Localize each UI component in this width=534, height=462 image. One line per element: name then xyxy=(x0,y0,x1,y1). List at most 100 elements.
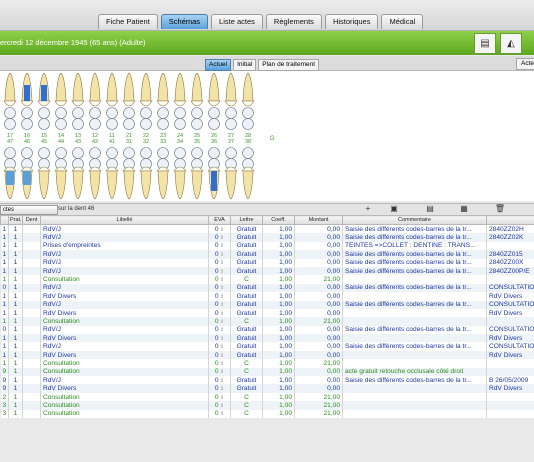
header-col-6[interactable]: Coeff. xyxy=(262,215,295,225)
acte-button[interactable]: Acte xyxy=(516,58,534,70)
table-row[interactable]: 0 1 RdV/J 0 ⇕ Gratuit 1,00 0,00 Saisie des diff… xyxy=(0,283,534,293)
upper-occlusal2-10[interactable] xyxy=(174,118,186,130)
upper-occlusal-4[interactable] xyxy=(72,107,84,119)
tooth-number-lower-12[interactable]: 36 xyxy=(211,139,217,145)
upper-occlusal2-12[interactable] xyxy=(208,118,220,130)
upper-tooth-root-5[interactable] xyxy=(89,72,101,102)
save-icon[interactable]: ▤ xyxy=(424,204,436,214)
eva-stepper-icon[interactable]: ⇕ xyxy=(219,227,224,233)
lower-tooth-root-4[interactable] xyxy=(72,170,84,200)
tooth-number-lower-2[interactable]: 45 xyxy=(41,139,47,145)
lower-occlusal-0[interactable] xyxy=(4,147,16,159)
upper-occlusal-11[interactable] xyxy=(191,107,203,119)
upper-occlusal-6[interactable] xyxy=(106,107,118,119)
upper-occlusal-1[interactable] xyxy=(21,107,33,119)
eva-stepper-icon[interactable]: ⇕ xyxy=(219,378,224,384)
lower-occlusal-5[interactable] xyxy=(89,147,101,159)
tab-2[interactable]: Liste actes xyxy=(211,14,263,29)
lower-occlusal-1[interactable] xyxy=(21,147,33,159)
eva-stepper-icon[interactable]: ⇕ xyxy=(219,361,224,367)
upper-tooth-root-0[interactable] xyxy=(4,72,16,102)
lower-tooth-root-9[interactable] xyxy=(157,170,169,200)
eva-stepper-icon[interactable]: ⇕ xyxy=(219,243,224,249)
eva-stepper-icon[interactable]: ⇕ xyxy=(219,311,224,317)
eva-stepper-icon[interactable]: ⇕ xyxy=(219,260,224,266)
lower-tooth-root-3[interactable] xyxy=(55,170,67,200)
tab-1[interactable]: Schémas xyxy=(160,14,209,29)
upper-tooth-root-14[interactable] xyxy=(242,72,254,102)
tab-4[interactable]: Historiques xyxy=(324,14,379,29)
tooth-number-lower-13[interactable]: 37 xyxy=(228,139,234,145)
table-row[interactable]: 1 1 RdV/J 0 ⇕ Gratuit 1,00 0,00 Saisie des diff… xyxy=(0,266,534,276)
table-row[interactable]: 1 1 RdV/J 0 ⇕ Gratuit 1,00 0,00 Saisie des diff… xyxy=(0,250,534,259)
table-row[interactable]: 1 1 Consultation 0 ⇕ C 1,00 21,00 xyxy=(0,275,534,284)
upper-occlusal2-0[interactable] xyxy=(4,118,16,130)
eva-stepper-icon[interactable]: ⇕ xyxy=(219,294,224,300)
eva-stepper-icon[interactable]: ⇕ xyxy=(219,302,224,308)
upper-tooth-root-4[interactable] xyxy=(72,72,84,102)
subtab-2[interactable]: Plan de traitement xyxy=(258,59,320,71)
table-row[interactable]: 1 1 RdV/J 0 ⇕ Gratuit 1,00 0,00 Saisie des diff… xyxy=(0,233,534,242)
lower-occlusal-11[interactable] xyxy=(191,147,203,159)
tooth-number-lower-7[interactable]: 31 xyxy=(126,139,132,145)
lower-occlusal-10[interactable] xyxy=(174,147,186,159)
add-icon[interactable]: + xyxy=(362,204,374,214)
tooth-number-lower-6[interactable]: 41 xyxy=(109,139,115,145)
eva-stepper-icon[interactable]: ⇕ xyxy=(219,319,224,325)
lower-occlusal-3[interactable] xyxy=(55,147,67,159)
upper-tooth-root-7[interactable] xyxy=(123,72,135,102)
upper-tooth-root-9[interactable] xyxy=(157,72,169,102)
lower-tooth-root-13[interactable] xyxy=(225,170,237,200)
upper-tooth-root-8[interactable] xyxy=(140,72,152,102)
lower-occlusal-6[interactable] xyxy=(106,147,118,159)
upper-occlusal2-5[interactable] xyxy=(89,118,101,130)
eva-stepper-icon[interactable]: ⇕ xyxy=(219,369,224,375)
upper-occlusal2-3[interactable] xyxy=(55,118,67,130)
lower-occlusal-9[interactable] xyxy=(157,147,169,159)
subtab-1[interactable]: Initial xyxy=(233,59,257,71)
table-row[interactable]: 1 1 RdV Divers 0 ⇕ Gratuit 1,00 0,00 RdV Divers xyxy=(0,308,534,318)
lower-occlusal-12[interactable] xyxy=(208,147,220,159)
tab-5[interactable]: Médical xyxy=(381,14,424,29)
eva-stepper-icon[interactable]: ⇕ xyxy=(219,285,224,291)
table-row[interactable]: 1 1 RdV/J 0 ⇕ Gratuit 1,00 0,00 Saisie des diff… xyxy=(0,300,534,309)
lower-occlusal-7[interactable] xyxy=(123,147,135,159)
table-row[interactable]: 9 1 Consultation 0 ⇕ C 1,00 0,00 acte gratuit r… xyxy=(0,367,534,377)
table-row[interactable]: 1 1 RdV Divers 0 ⇕ Gratuit 1,00 0,00 RdV Divers xyxy=(0,350,534,360)
lower-occlusal-4[interactable] xyxy=(72,147,84,159)
upper-occlusal2-11[interactable] xyxy=(191,118,203,130)
table-row[interactable]: 1 1 Prises d'empreintes 0 ⇕ Gratuit 1,00 0,00 T… xyxy=(0,241,534,251)
upper-occlusal2-4[interactable] xyxy=(72,118,84,130)
print-icon[interactable]: ▦ xyxy=(458,204,470,214)
table-row[interactable]: 9 1 RdV/J 0 ⇕ Gratuit 1,00 0,00 Saisie des diff… xyxy=(0,376,534,385)
eva-stepper-icon[interactable]: ⇕ xyxy=(219,277,224,283)
upper-occlusal2-9[interactable] xyxy=(157,118,169,130)
upper-occlusal-8[interactable] xyxy=(140,107,152,119)
barcode-icon[interactable]: ▤ xyxy=(474,33,496,54)
upper-occlusal2-7[interactable] xyxy=(123,118,135,130)
upper-occlusal-10[interactable] xyxy=(174,107,186,119)
lower-crown-1[interactable] xyxy=(23,171,31,185)
upper-occlusal-7[interactable] xyxy=(123,107,135,119)
eva-stepper-icon[interactable]: ⇕ xyxy=(219,235,224,241)
table-row[interactable]: 1 1 Consultation 0 ⇕ C 1,00 21,00 xyxy=(0,317,534,326)
lower-tooth-root-8[interactable] xyxy=(140,170,152,200)
table-row[interactable]: 1 1 RdV Divers 0 ⇕ Gratuit 1,00 0,00 RdV Divers xyxy=(0,292,534,301)
lower-implant-12[interactable] xyxy=(211,171,217,191)
eva-stepper-icon[interactable]: ⇕ xyxy=(219,395,224,401)
upper-occlusal-13[interactable] xyxy=(225,107,237,119)
tooth-number-lower-9[interactable]: 33 xyxy=(160,139,166,145)
eva-stepper-icon[interactable]: ⇕ xyxy=(219,344,224,350)
upper-occlusal-14[interactable] xyxy=(242,107,254,119)
upper-tooth-root-10[interactable] xyxy=(174,72,186,102)
header-col-1[interactable]: Prat. xyxy=(8,215,23,225)
trash-icon[interactable]: 🗑 xyxy=(494,204,506,214)
lower-occlusal-14[interactable] xyxy=(242,147,254,159)
table-row[interactable]: 1 1 RdV/J 0 ⇕ Gratuit 1,00 0,00 Saisie des diff… xyxy=(0,342,534,351)
eva-stepper-icon[interactable]: ⇕ xyxy=(219,403,224,409)
table-row[interactable]: 1 1 RdV/J 0 ⇕ Gratuit 1,00 0,00 Saisie des diff… xyxy=(0,258,534,267)
header-col-2[interactable]: Dent xyxy=(22,215,41,225)
tab-3[interactable]: Règlements xyxy=(265,14,322,29)
eva-stepper-icon[interactable]: ⇕ xyxy=(219,252,224,258)
upper-tooth-root-11[interactable] xyxy=(191,72,203,102)
